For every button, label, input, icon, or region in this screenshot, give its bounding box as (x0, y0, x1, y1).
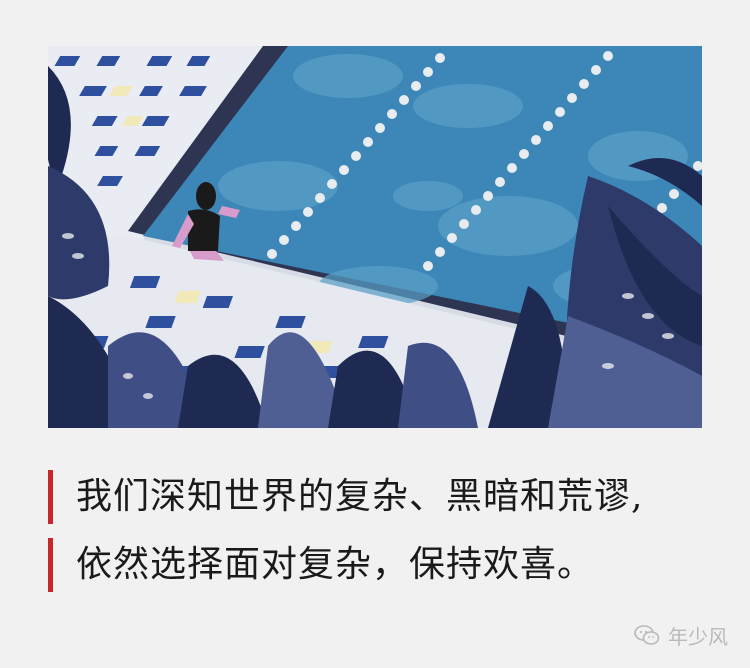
wechat-icon (634, 625, 660, 645)
quote-accent-bar (48, 470, 53, 524)
watermark-account-name: 年少风 (668, 626, 728, 649)
quote-line-1: 我们深知世界的复杂、黑暗和荒谬, (48, 470, 708, 524)
pool-illustration (48, 46, 702, 428)
watermark: 年少风 (634, 620, 728, 650)
page: 我们深知世界的复杂、黑暗和荒谬, 依然选择面对复杂，保持欢喜。 年少风 (0, 0, 750, 668)
quote-text-line-1: 我们深知世界的复杂、黑暗和荒谬, (76, 476, 644, 517)
quote-accent-bar (48, 538, 53, 592)
quote-block: 我们深知世界的复杂、黑暗和荒谬, 依然选择面对复杂，保持欢喜。 (48, 470, 708, 606)
quote-text-line-2: 依然选择面对复杂，保持欢喜。 (76, 544, 595, 585)
quote-line-2: 依然选择面对复杂，保持欢喜。 (48, 538, 708, 592)
